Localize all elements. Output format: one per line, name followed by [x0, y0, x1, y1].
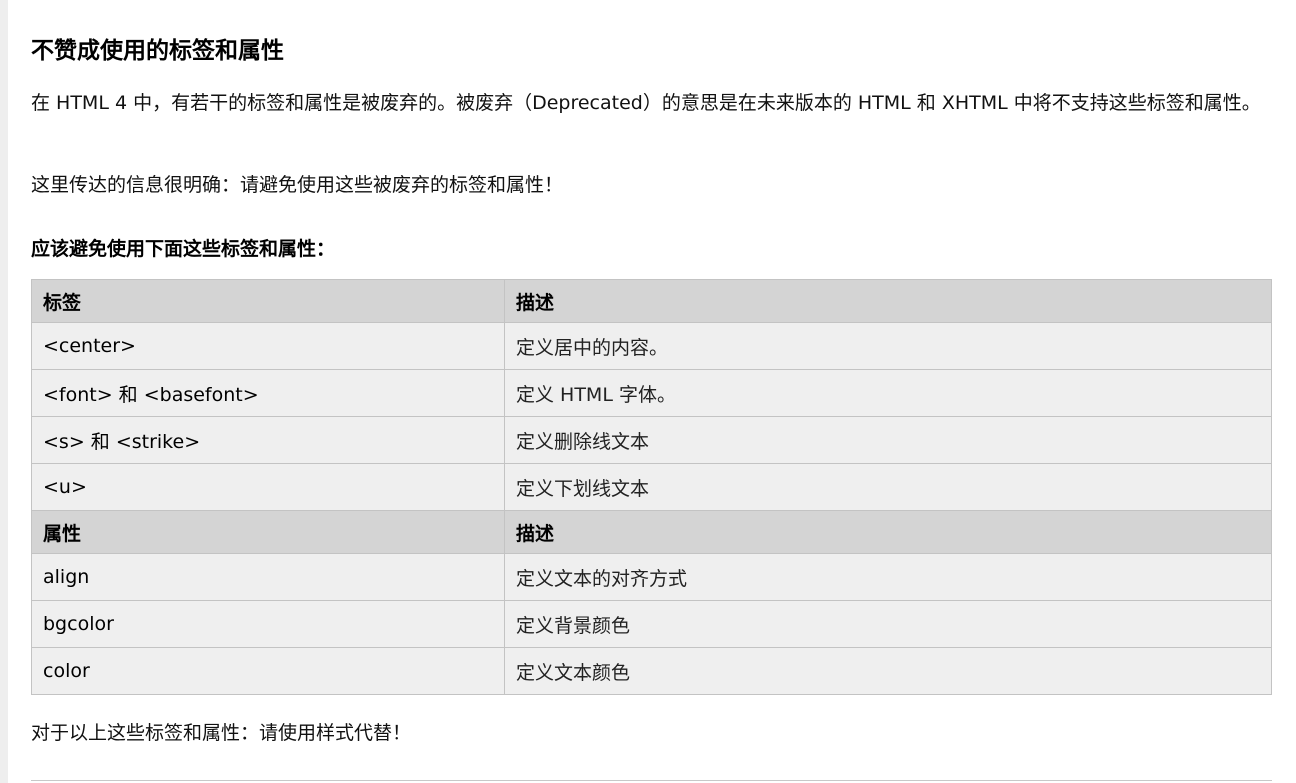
cell-attribute: bgcolor — [31, 600, 505, 648]
cell-tag: <s> 和 <strike> — [31, 416, 505, 464]
table-row: bgcolor 定义背景颜色 — [31, 600, 1272, 648]
table-row: <center> 定义居中的内容。 — [31, 322, 1272, 370]
header-attribute: 属性 — [31, 510, 505, 554]
cell-description: 定义下划线文本 — [504, 463, 1272, 511]
cell-tag: <center> — [31, 322, 505, 370]
table-row: <u> 定义下划线文本 — [31, 463, 1272, 511]
table-row: <font> 和 <basefont> 定义 HTML 字体。 — [31, 369, 1272, 417]
table-row: <s> 和 <strike> 定义删除线文本 — [31, 416, 1272, 464]
cell-tag: <u> — [31, 463, 505, 511]
intro-paragraph: 在 HTML 4 中，有若干的标签和属性是被废弃的。被废弃（Deprecated… — [31, 92, 1261, 114]
cell-attribute: align — [31, 553, 505, 601]
table-row: color 定义文本颜色 — [31, 647, 1272, 695]
table-header-row: 属性 描述 — [31, 510, 1272, 554]
cell-tag: <font> 和 <basefont> — [31, 369, 505, 417]
cell-description: 定义居中的内容。 — [504, 322, 1272, 370]
header-tag: 标签 — [31, 279, 505, 323]
cell-description: 定义删除线文本 — [504, 416, 1272, 464]
header-description: 描述 — [504, 279, 1272, 323]
cell-attribute: color — [31, 647, 505, 695]
cell-description: 定义背景颜色 — [504, 600, 1272, 648]
cell-description: 定义文本颜色 — [504, 647, 1272, 695]
table-header-row: 标签 描述 — [31, 279, 1272, 323]
table-row: align 定义文本的对齐方式 — [31, 553, 1272, 601]
left-page-border — [0, 0, 8, 783]
cell-description: 定义 HTML 字体。 — [504, 369, 1272, 417]
avoid-heading: 应该避免使用下面这些标签和属性： — [31, 238, 336, 260]
message-paragraph: 这里传达的信息很明确：请避免使用这些被废弃的标签和属性！ — [31, 174, 564, 196]
deprecated-table: 标签 描述 <center> 定义居中的内容。 <font> 和 <basefo… — [31, 279, 1272, 695]
page-title: 不赞成使用的标签和属性 — [31, 38, 284, 64]
header-description: 描述 — [504, 510, 1272, 554]
cell-description: 定义文本的对齐方式 — [504, 553, 1272, 601]
closing-paragraph: 对于以上这些标签和属性：请使用样式代替！ — [31, 722, 412, 744]
horizontal-rule — [31, 780, 1272, 781]
